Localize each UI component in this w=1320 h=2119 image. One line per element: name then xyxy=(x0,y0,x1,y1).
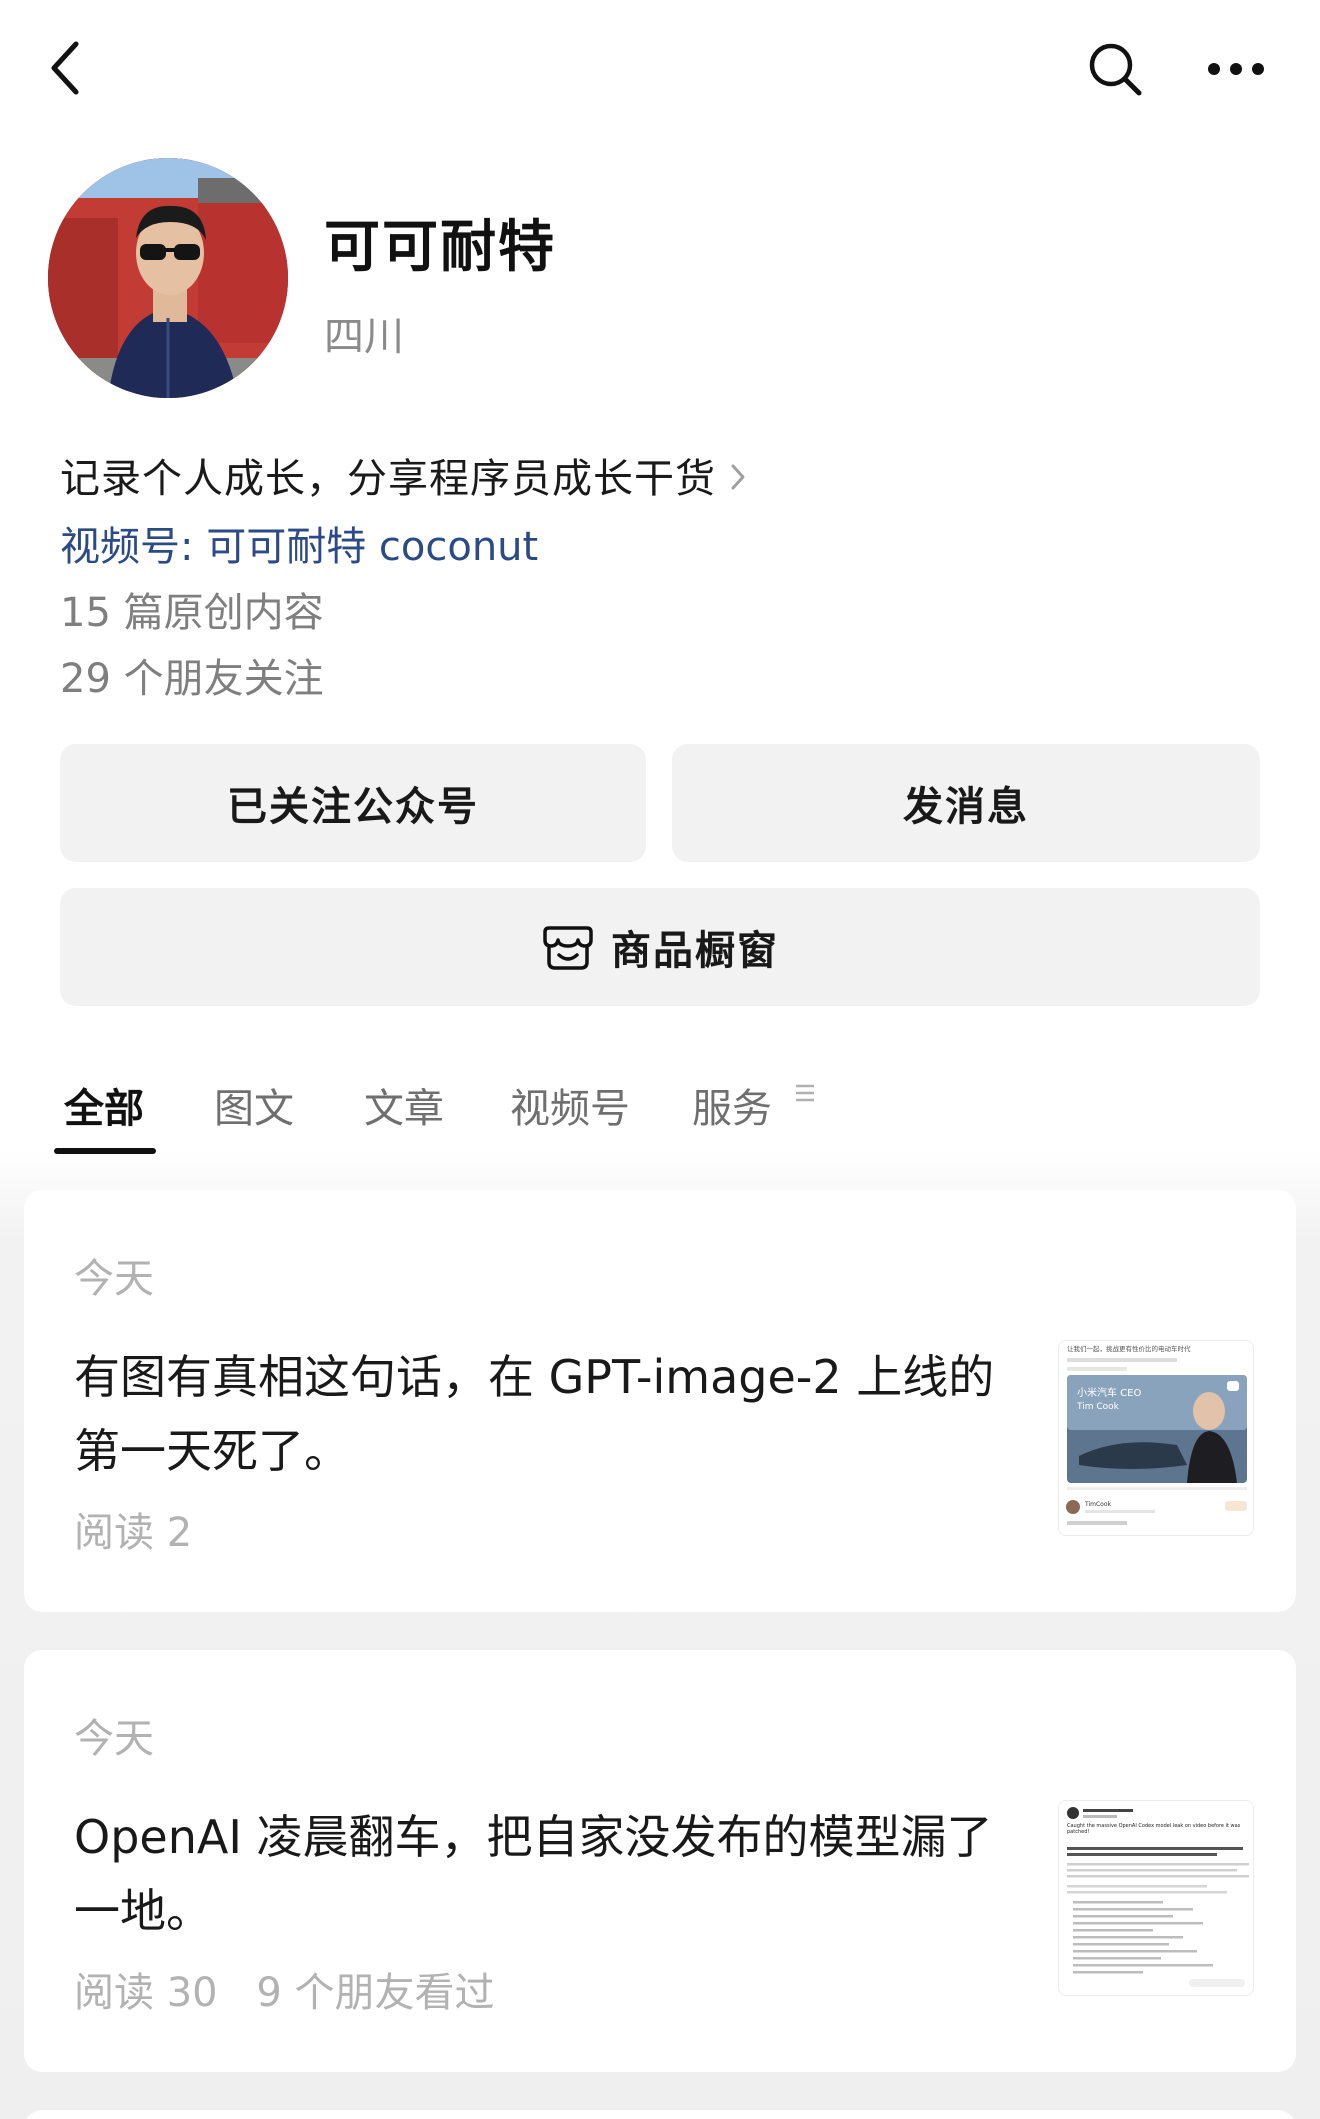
article-read-count: 阅读 30 xyxy=(74,1970,218,2016)
thumb-user: TimCook xyxy=(1084,1501,1112,1508)
article-title: 有图有真相这句话，在 GPT-image-2 上线的第一天死了。 xyxy=(74,1350,995,1478)
friends-following-count[interactable]: 29 个朋友关注 xyxy=(60,646,324,704)
tab-articles[interactable]: 文章 xyxy=(364,1076,444,1134)
article-card[interactable]: 今天 OpenAI 凌晨翻车，把自家没发布的模型漏了一地。 阅读 30 9 个朋… xyxy=(24,1650,1296,2072)
back-button[interactable] xyxy=(40,36,90,100)
search-icon xyxy=(1089,43,1142,96)
article-card[interactable] xyxy=(24,2110,1296,2119)
followed-button[interactable]: 已关注公众号 xyxy=(60,744,646,862)
avatar[interactable] xyxy=(48,158,288,398)
article-meta: 阅读 30 9 个朋友看过 xyxy=(74,1960,495,2018)
article-thumbnail: 让我们一起，挑战更有性价比的电动车时代 小米汽车 CEO Tim Cook Ti… xyxy=(1058,1340,1254,1536)
shop-window-button[interactable]: 商品橱窗 xyxy=(60,888,1260,1006)
top-navigation-bar xyxy=(0,0,1320,140)
article-date: 今天 xyxy=(74,1716,154,1762)
article-date: 今天 xyxy=(74,1256,154,1302)
article-thumbnail: Caught the massive OpenAI Codex model le… xyxy=(1058,1800,1254,1996)
article-meta: 阅读 2 xyxy=(74,1500,192,1558)
shop-window-icon xyxy=(541,922,595,972)
menu-icon[interactable] xyxy=(794,1082,816,1104)
more-options-button[interactable] xyxy=(1200,36,1272,102)
send-message-button[interactable]: 发消息 xyxy=(672,744,1260,862)
bio-row[interactable]: 记录个人成长，分享程序员成长干货 xyxy=(60,446,746,504)
chevron-right-icon xyxy=(731,464,745,490)
article-title: OpenAI 凌晨翻车，把自家没发布的模型漏了一地。 xyxy=(74,1810,993,1938)
article-card[interactable]: 今天 有图有真相这句话，在 GPT-image-2 上线的第一天死了。 阅读 2… xyxy=(24,1190,1296,1612)
article-friends-seen: 9 个朋友看过 xyxy=(256,1970,495,2016)
tab-channels[interactable]: 视频号 xyxy=(510,1076,630,1134)
profile-name: 可可耐特 xyxy=(324,215,556,280)
send-message-label: 发消息 xyxy=(903,784,1029,830)
tab-all[interactable]: 全部 xyxy=(64,1076,144,1134)
thumb-card-name: Tim Cook xyxy=(1076,1402,1120,1412)
bio-text: 记录个人成长，分享程序员成长干货 xyxy=(60,456,716,502)
profile-region: 四川 xyxy=(324,314,404,360)
tab-services[interactable]: 服务 xyxy=(692,1076,772,1134)
channels-link[interactable]: 视频号: 可可耐特 coconut xyxy=(60,514,538,572)
thumb-caption: 让我们一起，挑战更有性价比的电动车时代 xyxy=(1067,1344,1191,1353)
chevron-left-icon xyxy=(51,41,79,95)
active-tab-indicator xyxy=(54,1148,156,1154)
avatar-photo xyxy=(48,158,288,398)
shop-window-label: 商品橱窗 xyxy=(611,928,779,974)
more-horizontal-icon xyxy=(1208,63,1264,75)
article-read-count: 阅读 2 xyxy=(74,1510,193,1556)
search-button[interactable] xyxy=(1082,36,1148,102)
original-content-count: 15 篇原创内容 xyxy=(60,590,324,636)
followed-button-label: 已关注公众号 xyxy=(227,784,479,830)
tab-image-text[interactable]: 图文 xyxy=(214,1076,294,1134)
thumb-card-title: 小米汽车 CEO xyxy=(1077,1386,1141,1399)
thumb-header: Caught the massive OpenAI Codex model le… xyxy=(1067,1823,1241,1835)
